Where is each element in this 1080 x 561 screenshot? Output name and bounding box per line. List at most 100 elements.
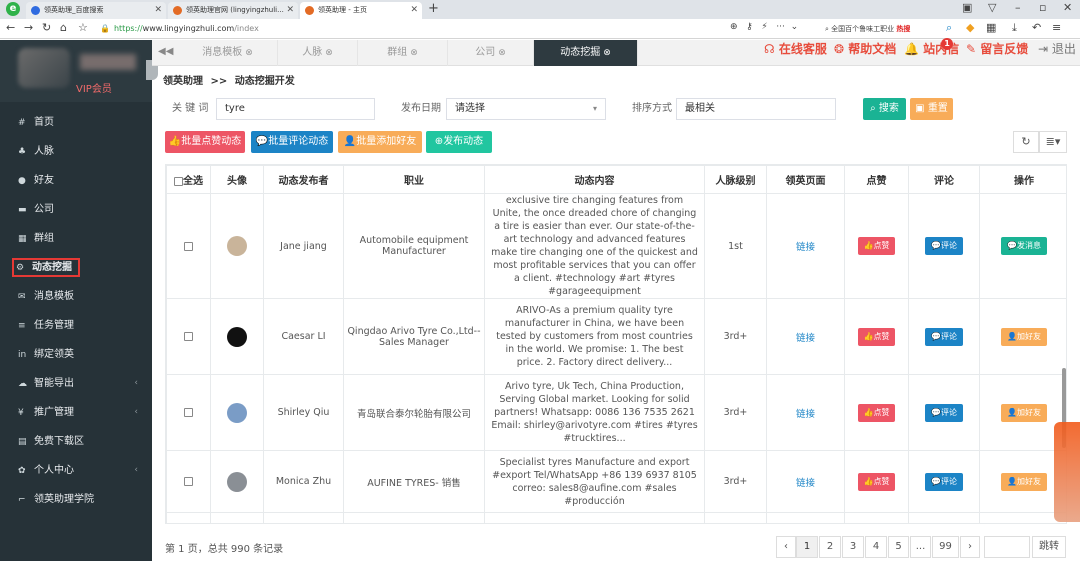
row-select-cell[interactable] [166, 193, 211, 299]
profile-link[interactable]: 链接 [796, 333, 815, 344]
grid-icon[interactable]: ▦ [986, 21, 996, 34]
keyword-input[interactable]: tyre [216, 98, 375, 120]
comment-button[interactable]: 💬评论 [925, 327, 963, 346]
select-all-header[interactable]: 全选 [166, 165, 211, 194]
sidebar-item-profile[interactable]: ✿ 个人中心 ‹ [0, 456, 152, 485]
like-button[interactable]: 👍点赞 [857, 237, 896, 255]
close-icon[interactable]: ✕ [154, 2, 162, 19]
close-icon[interactable]: ⊗ [325, 48, 333, 58]
sidebar-item-bind-linkedin[interactable]: in 绑定领英 [0, 340, 152, 369]
batch-add-friend-button[interactable]: 👤批量添加好友 [338, 131, 422, 153]
profile-link[interactable]: 链接 [796, 409, 815, 420]
more-icon[interactable]: ··· [776, 22, 785, 32]
url-field[interactable]: 🔒 https://www.lingyingzhuli.com/index [100, 21, 620, 37]
page-button[interactable]: 1 [796, 536, 818, 558]
page-button[interactable]: 2 [819, 536, 841, 558]
page-button[interactable]: 4 [865, 536, 887, 558]
tab-message-templates[interactable]: 消息模板 ⊗ [178, 40, 278, 66]
search-icon[interactable]: ⌕ [946, 21, 952, 35]
browser-tab-active[interactable]: 领英助理 - 主页 ✕ [300, 2, 422, 19]
next-page-button[interactable]: › [960, 536, 980, 558]
double-chevron-left-icon[interactable]: ◀◀ [158, 46, 173, 57]
breadcrumb-root[interactable]: 领英助理 [163, 76, 203, 87]
tab-company[interactable]: 公司 ⊗ [448, 40, 534, 66]
logout-link[interactable]: ⇥ 退出 [1038, 40, 1076, 57]
avatar[interactable] [227, 326, 247, 347]
chevron-down-icon[interactable]: ⌄ [791, 22, 799, 32]
floating-widget[interactable] [1054, 422, 1080, 522]
sidebar-item-company[interactable]: ▬ 公司 [0, 195, 152, 224]
download-icon[interactable]: ⤓ [1012, 21, 1017, 35]
page-button[interactable]: 5 [888, 536, 909, 558]
key-icon[interactable]: ⚷ [746, 22, 753, 32]
menu-icon[interactable]: ▣ [962, 1, 972, 14]
refresh-button[interactable]: ↻ [1013, 131, 1039, 153]
sidebar-item-feed-mining[interactable]: ⚙ 动态挖掘 [0, 253, 152, 282]
batch-comment-button[interactable]: 💬批量评论动态 [251, 131, 333, 153]
row-checkbox[interactable] [184, 477, 193, 486]
search-button[interactable]: ⌕ 搜索 [863, 98, 906, 120]
row-checkbox[interactable] [184, 241, 193, 251]
avatar[interactable] [18, 48, 70, 88]
browser-tab[interactable]: 领英助理_百度搜索 ✕ [26, 2, 166, 19]
close-icon[interactable]: ✕ [286, 2, 294, 19]
page-jump-input[interactable] [984, 536, 1030, 558]
close-icon[interactable]: ⊗ [410, 48, 418, 58]
prev-page-button[interactable]: ‹ [776, 536, 796, 558]
refresh-icon[interactable]: ↻ [42, 21, 51, 34]
close-icon[interactable]: ⊗ [245, 48, 253, 58]
send-message-button[interactable]: 💬发消息 [1001, 237, 1047, 255]
row-select-cell[interactable] [166, 374, 211, 451]
browser-search-input[interactable]: ⌕ 全国百个鲁味工职业 热搜 [825, 22, 940, 36]
close-icon[interactable]: ⊗ [603, 48, 611, 58]
online-support-link[interactable]: ☊ 在线客服 [764, 40, 827, 57]
sidebar-item-connections[interactable]: ♣ 人脉 [0, 137, 152, 166]
close-icon[interactable]: ⊗ [498, 48, 506, 58]
like-button[interactable]: 👍点赞 [857, 327, 896, 346]
row-select-cell[interactable] [166, 298, 211, 375]
row-select-cell[interactable] [166, 450, 211, 513]
profile-link[interactable]: 链接 [796, 478, 815, 489]
tab-connections[interactable]: 人脉 ⊗ [278, 40, 358, 66]
page-button[interactable]: 99 [932, 536, 959, 558]
bolt-icon[interactable]: ⚡ [761, 22, 767, 32]
window-close-icon[interactable]: ✕ [1063, 1, 1072, 14]
comment-button[interactable]: 💬评论 [925, 403, 963, 422]
columns-button[interactable]: ≣▾ [1039, 131, 1067, 153]
row-checkbox[interactable] [184, 332, 193, 341]
maximize-icon[interactable]: ▫ [1039, 1, 1046, 14]
sidebar-item-friends[interactable]: ● 好友 [0, 166, 152, 195]
add-friend-button[interactable]: 👤加好友 [1001, 472, 1047, 491]
sidebar-item-academy[interactable]: ⌐ 领英助理学院 [0, 485, 152, 514]
help-docs-link[interactable]: ❂ 帮助文档 [834, 40, 896, 57]
page-jump-button[interactable]: 跳转 [1032, 536, 1066, 558]
row-select-cell[interactable] [166, 512, 211, 523]
browser-tab[interactable]: 领英助理官网 (lingyingzhuli... ✕ [168, 2, 298, 19]
select-all-checkbox[interactable] [174, 176, 183, 186]
profile-link[interactable]: 链接 [796, 242, 815, 253]
shield-icon[interactable]: ◆ [966, 21, 974, 34]
avatar[interactable] [227, 402, 247, 423]
new-tab-icon[interactable]: + [428, 1, 439, 16]
comment-button[interactable]: 💬评论 [925, 472, 963, 491]
publish-button[interactable]: ⊕发布动态 [426, 131, 492, 153]
menu-icon[interactable]: ≡ [1052, 21, 1061, 34]
user-profile[interactable]: VIP会员 [0, 40, 152, 102]
add-friend-button[interactable]: 👤加好友 [1001, 327, 1047, 346]
zoom-icon[interactable]: ⊕ [730, 22, 738, 32]
like-button[interactable]: 👍点赞 [857, 472, 896, 491]
inbox-link[interactable]: 🔔 站内信 1 [904, 38, 959, 57]
undo-icon[interactable]: ↶ [1032, 21, 1041, 34]
add-friend-button[interactable]: 👤加好友 [1001, 403, 1047, 422]
batch-like-button[interactable]: 👍批量点赞动态 [165, 131, 245, 153]
tab-feed-mining[interactable]: 动态挖掘 ⊗ [534, 40, 638, 66]
row-checkbox[interactable] [184, 408, 193, 417]
sidebar-item-downloads[interactable]: ▤ 免费下载区 [0, 427, 152, 456]
home-icon[interactable]: ⌂ [60, 21, 67, 34]
close-icon[interactable]: ✕ [410, 2, 418, 19]
sort-select[interactable]: 最相关 [676, 98, 836, 120]
sidebar-item-home[interactable]: # 首页 [0, 108, 152, 137]
avatar[interactable] [227, 471, 247, 492]
sidebar-item-promotion[interactable]: ¥ 推广管理 ‹ [0, 398, 152, 427]
feedback-link[interactable]: ✎ 留言反馈 [966, 40, 1028, 57]
